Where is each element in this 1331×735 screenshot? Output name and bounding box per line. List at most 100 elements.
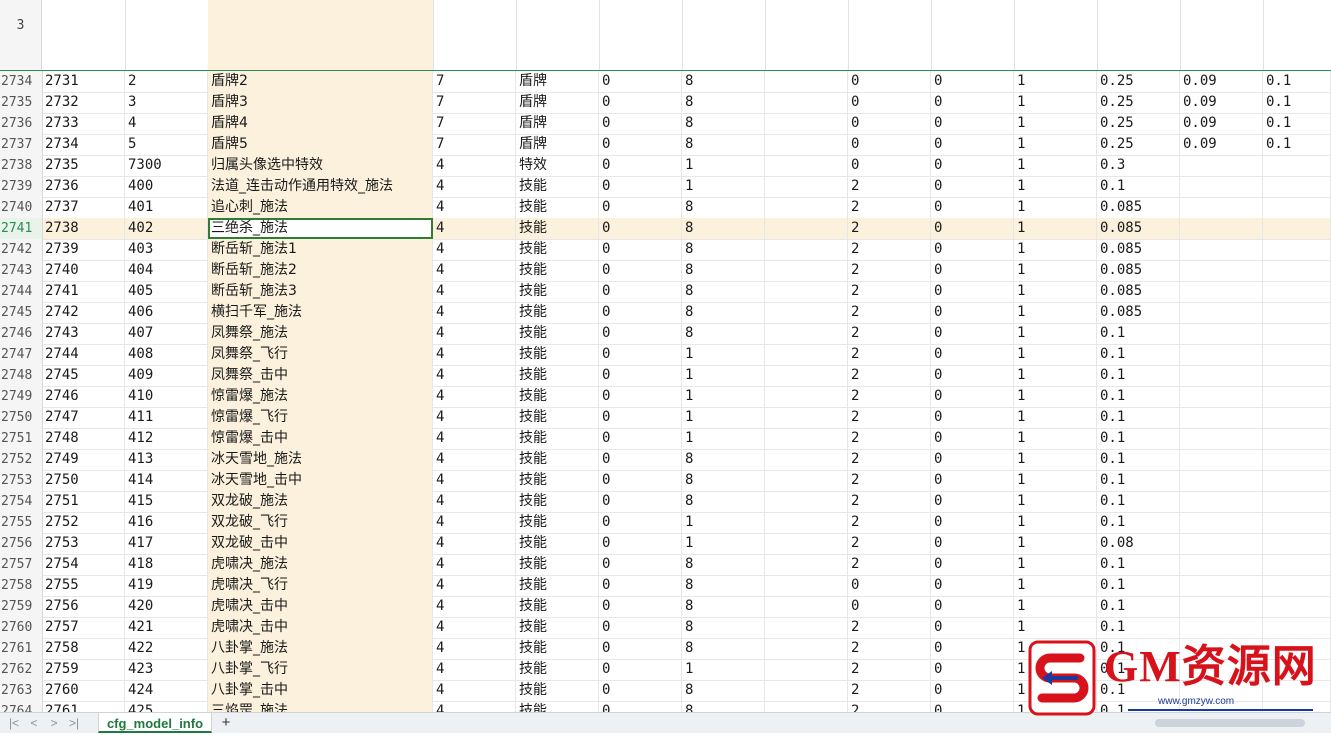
cell-k[interactable]: 1: [1014, 197, 1097, 218]
row-number[interactable]: 2756: [0, 533, 43, 554]
row-number[interactable]: 2739: [0, 176, 43, 197]
cell-n[interactable]: 0.1: [1263, 92, 1331, 113]
cell-g[interactable]: 8: [682, 554, 765, 575]
cell-g[interactable]: 1: [682, 512, 765, 533]
cell-g[interactable]: 8: [682, 113, 765, 134]
cell-j[interactable]: 0: [931, 554, 1014, 575]
row-number[interactable]: 2749: [0, 386, 43, 407]
cell-l[interactable]: 0.085: [1097, 197, 1180, 218]
cell-h[interactable]: [765, 512, 848, 533]
cell-d[interactable]: 4: [433, 344, 516, 365]
cell-h[interactable]: [765, 680, 848, 701]
cell-m[interactable]: [1180, 596, 1263, 617]
cell-d[interactable]: 4: [433, 449, 516, 470]
cell-d[interactable]: 4: [433, 533, 516, 554]
cell-l[interactable]: 0.1: [1097, 470, 1180, 491]
cell-c[interactable]: 断岳斩_施法3: [208, 281, 433, 302]
cell-k[interactable]: 1: [1014, 575, 1097, 596]
row-number[interactable]: 2748: [0, 365, 43, 386]
cell-l[interactable]: 0.1: [1097, 617, 1180, 638]
cell-j[interactable]: 0: [931, 260, 1014, 281]
cell-c[interactable]: 双龙破_飞行: [208, 512, 433, 533]
cell-e[interactable]: 技能: [516, 365, 599, 386]
cell-e[interactable]: 技能: [516, 428, 599, 449]
prev-sheet-button[interactable]: <: [26, 715, 42, 731]
cell-a[interactable]: 2736: [42, 176, 125, 197]
row-number[interactable]: 2759: [0, 596, 43, 617]
cell-h[interactable]: [765, 449, 848, 470]
cell-f[interactable]: 0: [599, 449, 682, 470]
cell-a[interactable]: 2760: [42, 680, 125, 701]
cell-g[interactable]: 1: [682, 407, 765, 428]
cell-i[interactable]: 2: [848, 386, 931, 407]
cell-c[interactable]: 断岳斩_施法1: [208, 239, 433, 260]
cell-i[interactable]: 2: [848, 554, 931, 575]
cell-c[interactable]: 八卦掌_飞行: [208, 659, 433, 680]
cell-k[interactable]: 1: [1014, 281, 1097, 302]
cell-k[interactable]: 1: [1014, 239, 1097, 260]
cell-b[interactable]: 418: [125, 554, 208, 575]
cell-l[interactable]: 0.1: [1097, 365, 1180, 386]
cell-k[interactable]: 1: [1014, 617, 1097, 638]
cell-c[interactable]: 凤舞祭_施法: [208, 323, 433, 344]
cell-f[interactable]: 0: [599, 239, 682, 260]
cell-j[interactable]: 0: [931, 512, 1014, 533]
cell-a[interactable]: 2738: [42, 218, 125, 239]
cell-l[interactable]: 0.1: [1097, 323, 1180, 344]
row-number[interactable]: 2747: [0, 344, 43, 365]
cell-l[interactable]: 0.1: [1097, 407, 1180, 428]
cell-j[interactable]: 0: [931, 113, 1014, 134]
cell-h[interactable]: [765, 176, 848, 197]
cell-c[interactable]: 惊雷爆_施法: [208, 386, 433, 407]
cell-m[interactable]: [1180, 155, 1263, 176]
cell-n[interactable]: [1263, 260, 1331, 281]
cell-d[interactable]: 7: [433, 92, 516, 113]
cell-m[interactable]: [1180, 617, 1263, 638]
cell-g[interactable]: 8: [682, 134, 765, 155]
cell-l[interactable]: 0.1: [1097, 176, 1180, 197]
cell-c[interactable]: 断岳斩_施法2: [208, 260, 433, 281]
row-number[interactable]: 2742: [0, 239, 43, 260]
cell-n[interactable]: [1263, 428, 1331, 449]
cell-m[interactable]: [1180, 344, 1263, 365]
cell-e[interactable]: 技能: [516, 218, 599, 239]
cell-h[interactable]: [765, 575, 848, 596]
cell-e[interactable]: 技能: [516, 281, 599, 302]
cell-i[interactable]: 2: [848, 260, 931, 281]
cell-l[interactable]: 0.1: [1097, 428, 1180, 449]
cell-i[interactable]: 2: [848, 407, 931, 428]
cell-l[interactable]: 0.085: [1097, 281, 1180, 302]
cell-d[interactable]: 4: [433, 323, 516, 344]
cell-f[interactable]: 0: [599, 617, 682, 638]
spreadsheet-grid[interactable]: 3 2734 2731 2 盾牌2 7 盾牌 0 8 0 0 1 0.25 0.09 0.1 2735 273…: [0, 0, 1331, 712]
cell-f[interactable]: 0: [599, 554, 682, 575]
cell-f[interactable]: 0: [599, 680, 682, 701]
cell-i[interactable]: 0: [848, 134, 931, 155]
cell-j[interactable]: 0: [931, 365, 1014, 386]
cell-k[interactable]: 1: [1014, 176, 1097, 197]
cell-b[interactable]: 423: [125, 659, 208, 680]
cell-g[interactable]: 8: [682, 323, 765, 344]
cell-n[interactable]: 0.1: [1263, 134, 1331, 155]
cell-b[interactable]: 401: [125, 197, 208, 218]
cell-g[interactable]: 1: [682, 386, 765, 407]
cell-d[interactable]: 4: [433, 575, 516, 596]
header-cell-b[interactable]: [125, 0, 209, 70]
last-sheet-button[interactable]: >|: [66, 715, 82, 731]
header-cell-g[interactable]: [682, 0, 766, 70]
cell-f[interactable]: 0: [599, 386, 682, 407]
cell-l[interactable]: 0.1: [1097, 449, 1180, 470]
cell-a[interactable]: 2752: [42, 512, 125, 533]
cell-j[interactable]: 0: [931, 596, 1014, 617]
cell-k[interactable]: 1: [1014, 407, 1097, 428]
cell-a[interactable]: 2761: [42, 701, 125, 712]
cell-m[interactable]: [1180, 428, 1263, 449]
cell-h[interactable]: [765, 71, 848, 92]
cell-f[interactable]: 0: [599, 701, 682, 712]
cell-l[interactable]: 0.085: [1097, 218, 1180, 239]
cell-a[interactable]: 2751: [42, 491, 125, 512]
cell-i[interactable]: 2: [848, 239, 931, 260]
cell-j[interactable]: 0: [931, 449, 1014, 470]
cell-g[interactable]: 8: [682, 71, 765, 92]
cell-b[interactable]: 407: [125, 323, 208, 344]
